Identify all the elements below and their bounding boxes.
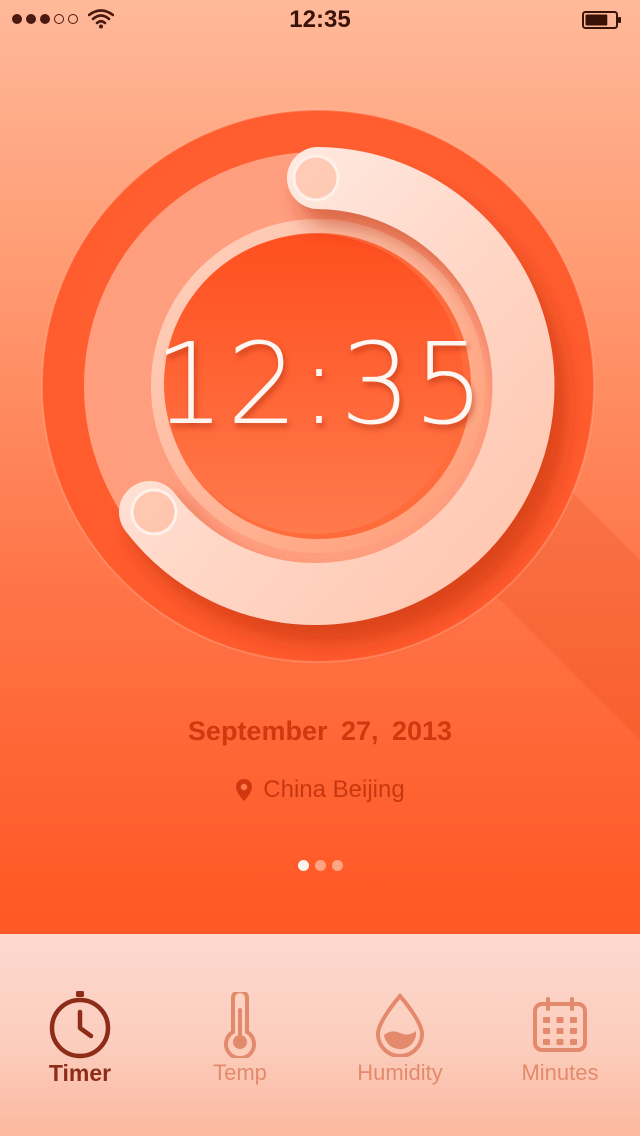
tab-bar: Timer Temp Humidity Minutes xyxy=(0,934,640,1136)
location-pin-icon xyxy=(236,779,253,801)
date-text: September 27, 2013 xyxy=(187,716,453,746)
tab-humidity[interactable]: Humidity xyxy=(320,934,480,1136)
dial-start-handle[interactable] xyxy=(292,154,340,202)
tab-label: Humidity xyxy=(357,1060,443,1085)
tab-minutes[interactable]: Minutes xyxy=(480,934,640,1136)
page-dot[interactable] xyxy=(331,860,343,871)
page-dot[interactable] xyxy=(314,860,326,871)
location-text: China Beijing xyxy=(263,776,405,803)
tab-label: Timer xyxy=(48,1060,112,1086)
tab-timer[interactable]: Timer xyxy=(0,934,160,1136)
page-indicator xyxy=(0,860,640,871)
clock-time: 12:35 xyxy=(153,320,487,450)
water-drop-icon xyxy=(365,990,435,1060)
page-dot[interactable] xyxy=(297,860,309,871)
dial-end-handle[interactable] xyxy=(130,488,178,536)
tab-label: Temp xyxy=(213,1060,267,1085)
tab-label: Minutes xyxy=(521,1060,599,1085)
location: China Beijing xyxy=(0,776,640,804)
clock-icon xyxy=(45,990,115,1060)
tab-temp[interactable]: Temp xyxy=(160,934,320,1136)
calendar-icon xyxy=(525,990,595,1060)
thermometer-icon xyxy=(205,990,275,1060)
